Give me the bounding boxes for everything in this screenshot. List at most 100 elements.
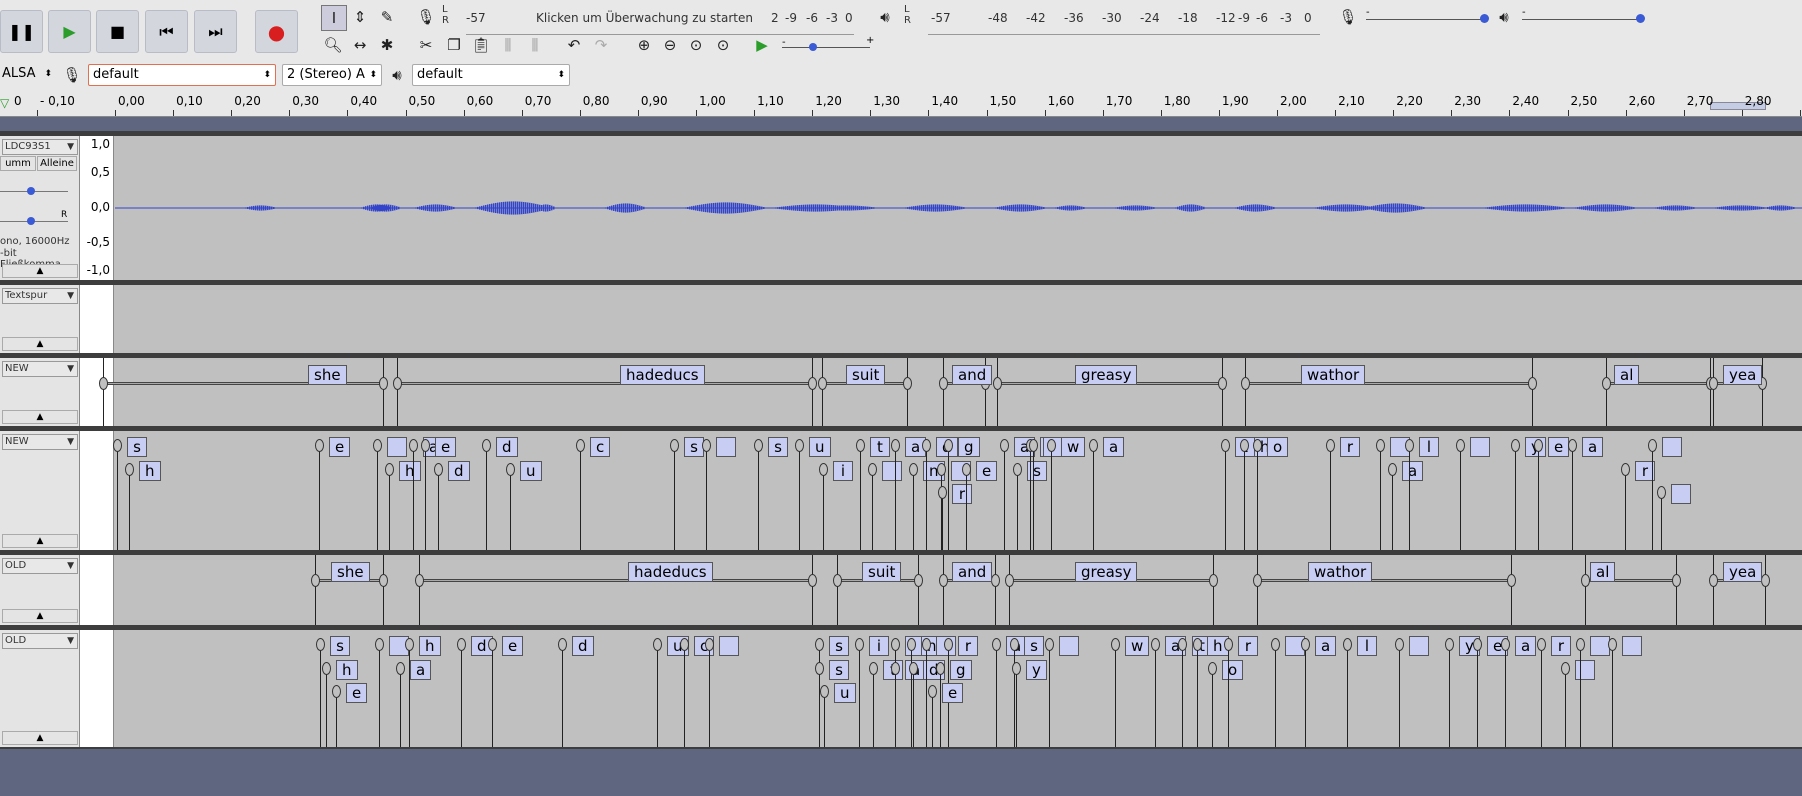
label-handle[interactable] — [1581, 574, 1590, 587]
label-handle[interactable] — [1501, 638, 1510, 651]
label-handle[interactable] — [702, 439, 711, 452]
selection-tool[interactable]: I — [321, 5, 347, 31]
label-boundary[interactable] — [895, 668, 896, 747]
label-boundary[interactable] — [492, 644, 493, 747]
label-text[interactable]: r — [958, 636, 978, 656]
label-span[interactable] — [1245, 382, 1532, 385]
label-handle[interactable] — [1568, 439, 1577, 452]
label-handle[interactable] — [944, 638, 953, 651]
label-boundary[interactable] — [1477, 644, 1478, 747]
label-text[interactable]: h — [419, 636, 441, 656]
label-boundary[interactable] — [997, 358, 998, 426]
audio-track[interactable]: LDC93S1 ▼ umm Alleine R ono, 16000Hz -bit… — [0, 136, 1802, 280]
label-text[interactable]: h — [399, 461, 421, 481]
label-boundary[interactable] — [580, 445, 581, 550]
label-boundary[interactable] — [948, 445, 949, 550]
label-boundary[interactable] — [940, 668, 941, 747]
label-text[interactable]: r — [1238, 636, 1258, 656]
label-boundary[interactable] — [657, 644, 658, 747]
label-handle[interactable] — [936, 662, 945, 675]
label-boundary[interactable] — [1016, 668, 1017, 747]
label-boundary[interactable] — [315, 555, 316, 625]
label-handle[interactable] — [1657, 486, 1666, 499]
label-handle[interactable] — [1395, 638, 1404, 651]
label-handle[interactable] — [1326, 439, 1335, 452]
label-area[interactable] — [115, 285, 1802, 353]
label-handle[interactable] — [379, 574, 388, 587]
label-text[interactable]: e — [329, 437, 351, 457]
label-boundary[interactable] — [913, 469, 914, 550]
label-text[interactable]: a — [1515, 636, 1537, 656]
label-text[interactable]: i — [869, 636, 889, 656]
label-handle[interactable] — [405, 638, 414, 651]
zoom-tool[interactable]: 🔍︎ — [321, 33, 345, 57]
slider-thumb[interactable] — [27, 187, 35, 195]
label-text[interactable]: wathor — [1308, 562, 1373, 582]
label-boundary[interactable] — [1676, 555, 1677, 625]
track-name-dropdown[interactable]: OLD ▼ — [2, 633, 78, 649]
label-boundary[interactable] — [389, 469, 390, 550]
label-handle[interactable] — [1193, 638, 1202, 651]
label-handle[interactable] — [815, 638, 824, 651]
label-boundary[interactable] — [819, 668, 820, 747]
label-track-old-words[interactable]: OLD ▼ ▲ she hadeducs suit and greasy wathor al y… — [0, 555, 1802, 625]
label-boundary[interactable] — [1580, 644, 1581, 747]
label-boundary[interactable] — [837, 555, 838, 625]
label-boundary[interactable] — [860, 445, 861, 550]
label-text[interactable]: al — [1614, 365, 1640, 385]
label-span[interactable] — [1257, 579, 1511, 582]
label-handle[interactable] — [316, 638, 325, 651]
label-handle[interactable] — [1602, 377, 1611, 390]
label-text[interactable]: w — [1125, 636, 1150, 656]
label-handle[interactable] — [928, 685, 937, 698]
label-area[interactable]: she hadeducs suit and greasy wathor al yea — [99, 358, 1802, 426]
label-boundary[interactable] — [913, 668, 914, 747]
label-text[interactable] — [1671, 484, 1691, 504]
label-handle[interactable] — [795, 439, 804, 452]
label-boundary[interactable] — [1565, 668, 1566, 747]
label-text[interactable]: d — [572, 636, 594, 656]
label-text[interactable] — [1059, 636, 1079, 656]
label-handle[interactable] — [1621, 463, 1630, 476]
track-name-dropdown[interactable]: NEW ▼ — [2, 361, 78, 377]
label-boundary[interactable] — [1014, 644, 1015, 747]
label-boundary[interactable] — [1049, 644, 1050, 747]
timeline-ruler[interactable]: ▽ 0 - 0,10 0,00 0,10 0,20 0,30 0,40 0,50 0,60 0,7… — [0, 90, 1802, 117]
label-text[interactable]: a — [1103, 437, 1125, 457]
label-boundary[interactable] — [995, 555, 996, 625]
play-button[interactable]: ▶ — [48, 10, 91, 53]
collapse-track-button[interactable]: ▲ — [2, 337, 78, 351]
label-handle[interactable] — [457, 638, 466, 651]
label-boundary[interactable] — [1093, 445, 1094, 550]
recording-volume-slider[interactable]: - — [1366, 7, 1489, 23]
label-handle[interactable] — [125, 463, 134, 476]
label-boundary[interactable] — [1182, 644, 1183, 747]
label-handle[interactable] — [869, 662, 878, 675]
collapse-track-button[interactable]: ▲ — [2, 731, 78, 745]
label-handle[interactable] — [1209, 574, 1218, 587]
skip-start-button[interactable]: ⏮ — [145, 10, 188, 53]
label-text[interactable]: e — [502, 636, 524, 656]
label-handle[interactable] — [937, 463, 946, 476]
label-handle[interactable] — [1709, 377, 1718, 390]
label-text[interactable]: r — [1340, 437, 1360, 457]
label-text[interactable]: al — [1590, 562, 1616, 582]
label-handle[interactable] — [322, 662, 331, 675]
label-handle[interactable] — [670, 439, 679, 452]
fit-project-button[interactable]: ⊙ — [711, 33, 735, 57]
label-handle[interactable] — [1648, 439, 1657, 452]
label-handle[interactable] — [1537, 638, 1546, 651]
label-boundary[interactable] — [438, 469, 439, 550]
label-handle[interactable] — [1241, 377, 1250, 390]
label-boundary[interactable] — [379, 644, 380, 747]
collapse-track-button[interactable]: ▲ — [2, 410, 78, 424]
label-boundary[interactable] — [1275, 644, 1276, 747]
label-boundary[interactable] — [1051, 445, 1052, 550]
label-track-new-words[interactable]: NEW ▼ ▲ she hadeducs suit and greasy wathor al y… — [0, 358, 1802, 426]
label-handle[interactable] — [1473, 638, 1482, 651]
mute-button[interactable]: umm — [0, 156, 36, 171]
label-handle[interactable] — [808, 377, 817, 390]
label-handle[interactable] — [558, 638, 567, 651]
label-boundary[interactable] — [895, 445, 896, 550]
label-text[interactable]: c — [590, 437, 611, 457]
